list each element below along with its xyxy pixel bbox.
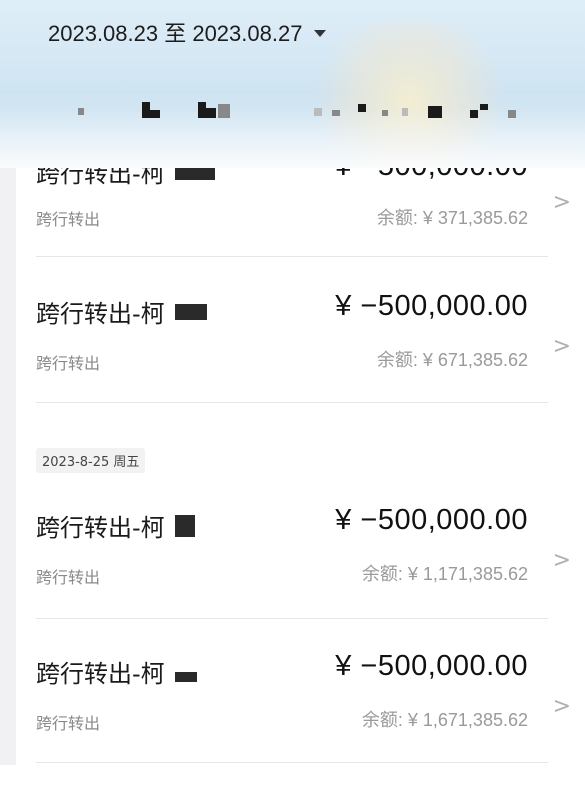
- header-banner: 2023.08.23 至 2023.08.27: [0, 0, 585, 168]
- transaction-row[interactable]: 跨行转出-柯 ¥ −500,000.00 跨行转出 余额: ¥ 1,171,38…: [36, 500, 585, 646]
- row-divider: [36, 256, 548, 257]
- chevron-right-icon[interactable]: >: [553, 694, 571, 719]
- date-range-selector[interactable]: 2023.08.23 至 2023.08.27: [48, 16, 327, 48]
- transaction-amount: ¥ −500,000.00: [335, 290, 528, 322]
- row-divider: [36, 402, 548, 403]
- transaction-type: 跨行转出: [36, 210, 101, 229]
- transaction-row[interactable]: 跨行转出-柯 ¥ −500,000.00 跨行转出 余额: ¥ 1,671,38…: [36, 646, 585, 792]
- transaction-amount: ¥ −500,000.00: [335, 650, 528, 682]
- transaction-type: 跨行转出: [36, 714, 101, 733]
- transaction-title-text: 跨行转出-柯: [36, 660, 165, 688]
- transaction-balance: 余额: ¥ 671,385.62: [376, 350, 528, 370]
- transaction-balance: 余额: ¥ 1,171,385.62: [361, 564, 528, 584]
- chevron-right-icon[interactable]: >: [553, 548, 571, 573]
- transaction-amount: ¥ −500,000.00: [335, 504, 528, 536]
- transaction-title-text: 跨行转出-柯: [36, 300, 165, 328]
- transaction-balance: 余额: ¥ 371,385.62: [376, 208, 528, 228]
- transaction-balance: 余额: ¥ 1,671,385.62: [361, 710, 528, 730]
- chevron-right-icon[interactable]: >: [553, 190, 571, 215]
- row-divider: [36, 762, 548, 763]
- date-range-text: 2023.08.23 至 2023.08.27: [48, 21, 303, 46]
- redacted-name: [174, 514, 195, 537]
- transaction-title-text: 跨行转出-柯: [36, 514, 165, 542]
- chevron-right-icon[interactable]: >: [553, 334, 571, 359]
- redacted-name: [174, 671, 197, 682]
- caret-down-icon: [314, 30, 327, 37]
- redacted-account-info: [0, 100, 585, 130]
- transaction-title: 跨行转出-柯: [36, 294, 207, 329]
- transaction-type: 跨行转出: [36, 568, 101, 587]
- transaction-title: 跨行转出-柯: [36, 508, 195, 543]
- transaction-row[interactable]: 跨行转出-柯 ¥ −500,000.00 跨行转出 余额: ¥ 671,385.…: [36, 286, 585, 432]
- date-group-label: 2023-8-25 周五: [36, 448, 146, 473]
- row-divider: [36, 618, 548, 619]
- transaction-title: 跨行转出-柯: [36, 654, 197, 689]
- transaction-type: 跨行转出: [36, 354, 101, 373]
- redacted-name: [174, 303, 207, 320]
